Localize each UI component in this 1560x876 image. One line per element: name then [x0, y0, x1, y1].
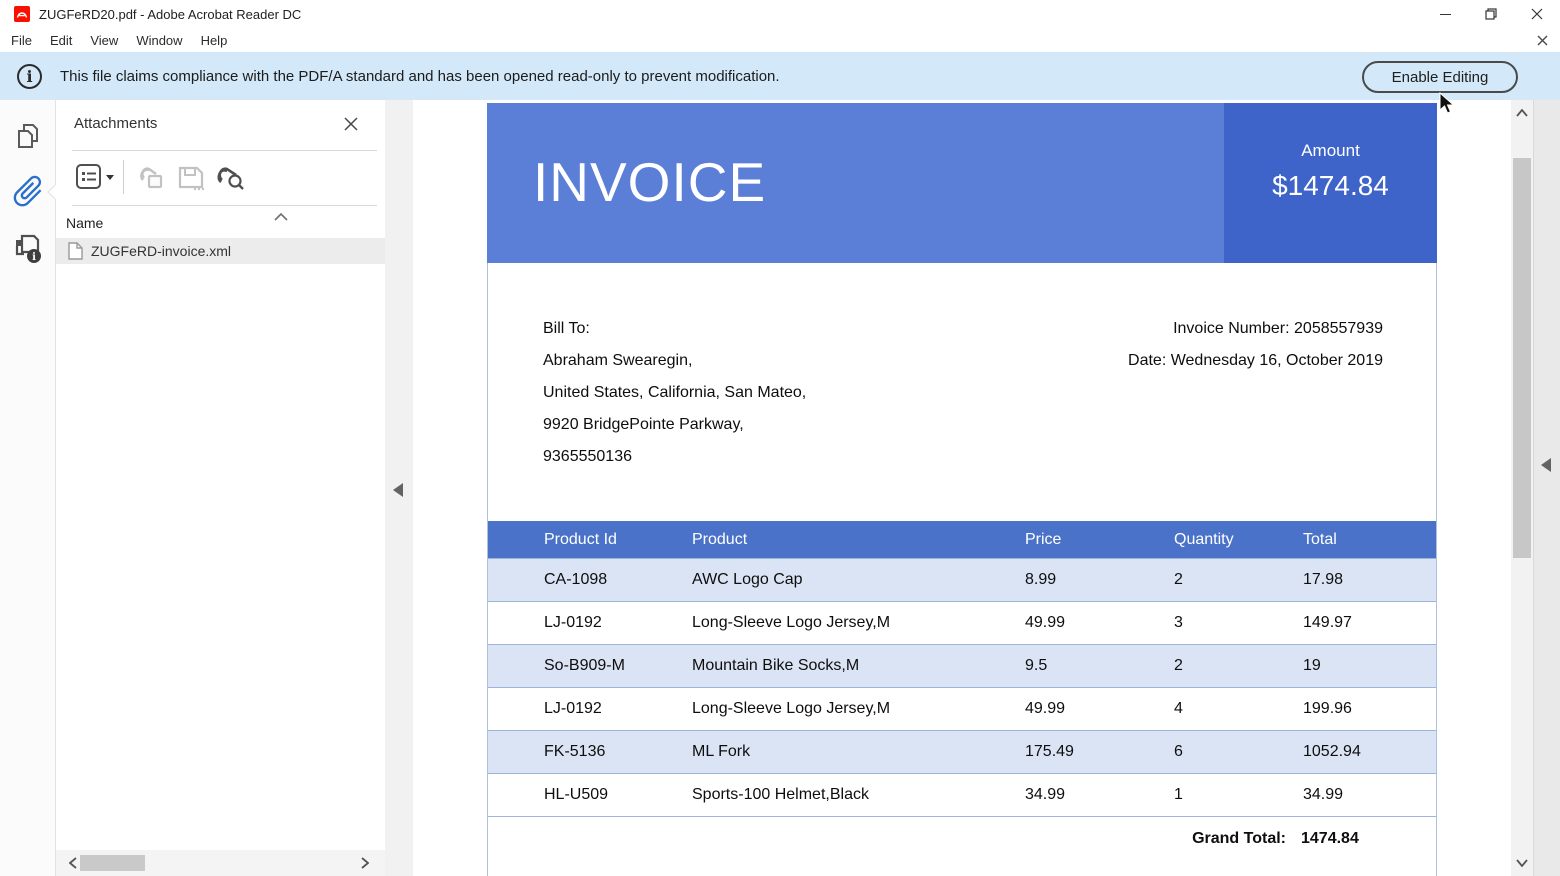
- enable-editing-button[interactable]: Enable Editing: [1362, 61, 1518, 93]
- amount-value: $1474.84: [1224, 170, 1437, 202]
- table-row: LJ-0192Long-Sleeve Logo Jersey,M49.99419…: [488, 687, 1436, 730]
- invoice-table-header: Product Id Product Price Quantity Total: [488, 521, 1436, 558]
- invoice-amount-box: Amount $1474.84: [1224, 103, 1437, 263]
- attachments-panel-title: Attachments: [74, 115, 157, 132]
- pdfa-message-bar: i This file claims compliance with the P…: [0, 52, 1560, 100]
- bill-to-region: United States, California, San Mateo,: [543, 377, 806, 409]
- vertical-scroll-thumb[interactable]: [1513, 158, 1531, 558]
- scroll-right-icon[interactable]: [357, 855, 373, 871]
- invoice-heading: INVOICE: [533, 150, 766, 214]
- window-controls: [1422, 0, 1560, 28]
- attachment-file-name: ZUGFeRD-invoice.xml: [91, 243, 231, 259]
- file-icon: [68, 242, 83, 260]
- col-product: Product: [692, 531, 1025, 549]
- bill-to-label: Bill To:: [543, 313, 806, 345]
- restore-button[interactable]: [1468, 0, 1514, 28]
- menu-help[interactable]: Help: [192, 33, 237, 48]
- bill-to-name: Abraham Swearegin,: [543, 345, 806, 377]
- invoice-table: Product Id Product Price Quantity Total …: [488, 521, 1436, 876]
- attachment-options-menu-icon[interactable]: [75, 163, 115, 190]
- bill-to-street: 9920 BridgePointe Parkway,: [543, 409, 806, 441]
- scroll-down-icon[interactable]: [1511, 854, 1533, 872]
- svg-text:i: i: [32, 252, 36, 263]
- open-attachment-icon[interactable]: [136, 162, 166, 197]
- panel-horizontal-scrollbar[interactable]: [56, 850, 385, 876]
- table-row: HL-U509Sports-100 Helmet,Black34.99134.9…: [488, 773, 1436, 816]
- navigation-pane-strip: i: [0, 100, 56, 876]
- table-row: CA-1098AWC Logo Cap8.99217.98: [488, 558, 1436, 601]
- collapse-panel-arrow-icon[interactable]: [393, 483, 403, 497]
- attachment-list-item[interactable]: ZUGFeRD-invoice.xml: [56, 238, 385, 264]
- info-icon: i: [17, 64, 42, 89]
- toolbar-separator: [123, 160, 124, 194]
- attachments-toolbar: [56, 150, 385, 205]
- pdf-page: INVOICE Amount $1474.84 Bill To: Abraham…: [487, 103, 1437, 876]
- table-row: FK-5136ML Fork175.4961052.94: [488, 730, 1436, 773]
- expand-tools-arrow-icon[interactable]: [1541, 458, 1551, 472]
- invoice-meta-block: Invoice Number: 2058557939 Date: Wednesd…: [1128, 313, 1383, 377]
- panel-divider: [72, 205, 377, 206]
- amount-label: Amount: [1224, 141, 1437, 161]
- col-price: Price: [1025, 531, 1174, 549]
- menu-file[interactable]: File: [2, 33, 41, 48]
- bill-to-block: Bill To: Abraham Swearegin, United State…: [543, 313, 806, 473]
- standards-icon[interactable]: i: [0, 232, 56, 266]
- invoice-number: Invoice Number: 2058557939: [1128, 313, 1383, 345]
- save-attachment-icon[interactable]: [176, 162, 206, 197]
- invoice-body: Bill To: Abraham Swearegin, United State…: [487, 263, 1437, 876]
- attachments-close-icon[interactable]: [343, 116, 359, 132]
- invoice-header-band: INVOICE: [487, 103, 1224, 263]
- scroll-left-icon[interactable]: [65, 855, 81, 871]
- name-column-header[interactable]: Name: [66, 215, 103, 231]
- pdfa-message-text: This file claims compliance with the PDF…: [60, 68, 780, 85]
- table-row: So-B909-MMountain Bike Socks,M9.5219: [488, 644, 1436, 687]
- scroll-up-icon[interactable]: [1511, 104, 1533, 122]
- sort-ascending-icon[interactable]: [274, 208, 288, 226]
- grand-total-value: 1474.84: [1301, 830, 1359, 848]
- document-canvas: INVOICE Amount $1474.84 Bill To: Abraham…: [413, 100, 1511, 876]
- menu-view[interactable]: View: [81, 33, 127, 48]
- horizontal-scroll-thumb[interactable]: [80, 855, 145, 871]
- panel-collapse-strip[interactable]: [385, 100, 413, 876]
- page-thumbnails-icon[interactable]: [0, 122, 56, 152]
- col-total: Total: [1303, 531, 1436, 549]
- mouse-cursor: [1438, 92, 1458, 116]
- search-attachments-icon[interactable]: [214, 162, 246, 197]
- grand-total-label: Grand Total:: [1192, 830, 1286, 848]
- window-title: ZUGFeRD20.pdf - Adobe Acrobat Reader DC: [39, 7, 301, 22]
- invoice-date: Date: Wednesday 16, October 2019: [1128, 345, 1383, 377]
- document-vertical-scrollbar[interactable]: [1511, 100, 1533, 876]
- close-button[interactable]: [1514, 0, 1560, 28]
- col-quantity: Quantity: [1174, 531, 1303, 549]
- table-row: LJ-0192Long-Sleeve Logo Jersey,M49.99314…: [488, 601, 1436, 644]
- menu-bar: File Edit View Window Help: [0, 28, 1560, 52]
- adobe-acrobat-logo-icon: [14, 6, 30, 22]
- menu-window[interactable]: Window: [127, 33, 191, 48]
- attachments-panel: Attachments: [56, 100, 385, 876]
- col-product-id: Product Id: [488, 531, 692, 549]
- grand-total-row: Grand Total: 1474.84: [488, 816, 1436, 876]
- menu-edit[interactable]: Edit: [41, 33, 81, 48]
- minimize-button[interactable]: [1422, 0, 1468, 28]
- title-bar: ZUGFeRD20.pdf - Adobe Acrobat Reader DC: [0, 0, 1560, 28]
- tools-pane-strip[interactable]: [1533, 100, 1560, 876]
- toolbar-close-icon[interactable]: [1534, 32, 1550, 48]
- bill-to-phone: 9365550136: [543, 441, 806, 473]
- acrobat-reader-window: ZUGFeRD20.pdf - Adobe Acrobat Reader DC …: [0, 0, 1560, 876]
